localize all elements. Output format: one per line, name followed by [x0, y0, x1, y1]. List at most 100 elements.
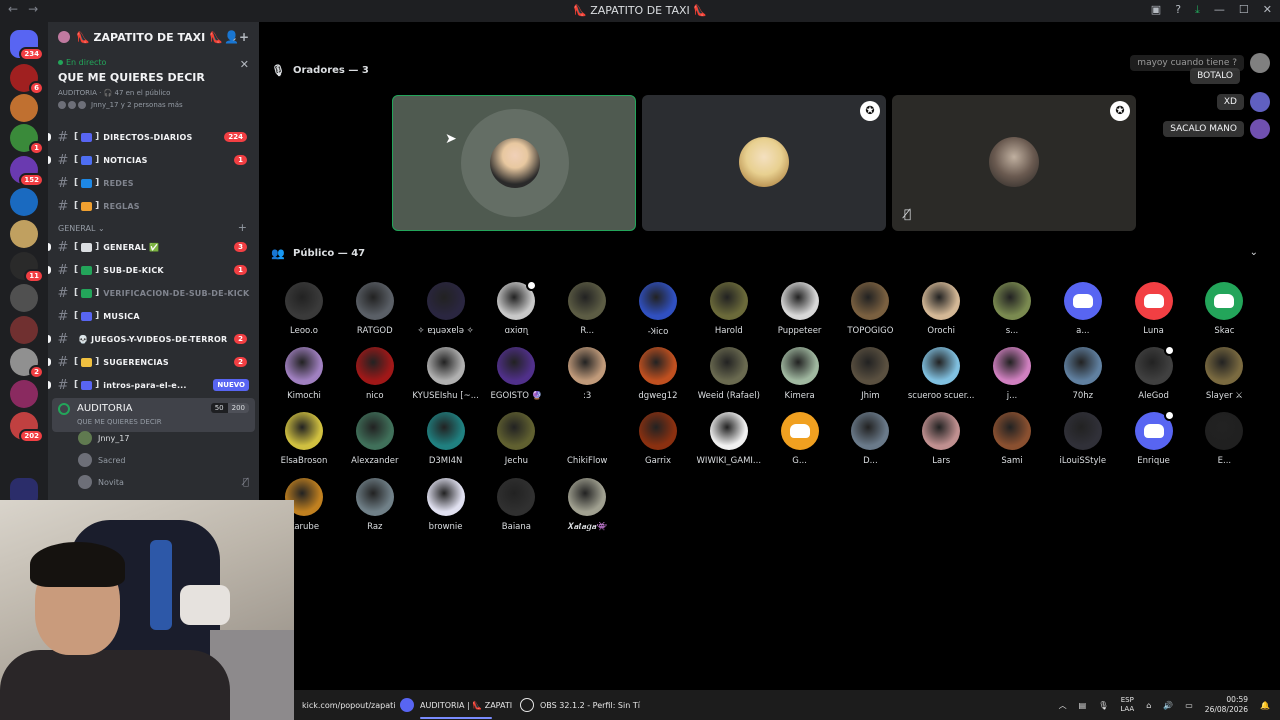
audience-member[interactable]: 70hz — [1048, 347, 1118, 405]
audience-member[interactable]: :3 — [552, 347, 622, 405]
audience-member[interactable]: ɑxiσɳ — [481, 280, 551, 340]
audience-member[interactable]: Orochi — [906, 282, 976, 340]
close-window-button[interactable]: ✕ — [1263, 3, 1272, 17]
live-stage-card[interactable]: En directo QUE ME QUIERES DECIR AUDITORI… — [48, 52, 259, 122]
audience-member[interactable]: Puppeteer — [765, 282, 835, 340]
audience-member[interactable]: E... — [1189, 412, 1259, 470]
audience-member[interactable]: KYUSEIshu [~... — [411, 347, 481, 405]
server-icon[interactable] — [10, 188, 38, 216]
audience-member[interactable]: Sami — [977, 412, 1047, 470]
audience-member[interactable]: ElsaBroson — [269, 412, 339, 470]
audience-member[interactable]: EGOISTO 🔮 — [481, 347, 551, 405]
add-member-icon[interactable]: 👤+ — [224, 30, 249, 44]
taskbar-obs[interactable]: OBS 32.1.2 - Perfil: Sin Tí — [520, 697, 640, 713]
language-indicator[interactable]: ESP LAA — [1120, 696, 1134, 714]
channel-item[interactable]: #[] SUGERENCIAS 2 — [48, 351, 259, 373]
collapse-chevron-icon[interactable]: ⌄ — [1250, 247, 1258, 258]
microphone-tray-icon[interactable]: 🎙 — [1098, 701, 1108, 710]
audience-member[interactable]: Baiana — [481, 478, 551, 536]
audience-member[interactable]: ✧ ɐʇuəxɐlə ✧ — [411, 282, 481, 340]
channel-item[interactable]: #[] DIRECTOS-DIARIOS 224 — [48, 126, 259, 148]
audience-member[interactable]: ChikiFlow — [552, 412, 622, 470]
audience-member[interactable]: Raz — [340, 478, 410, 536]
taskbar-browser[interactable]: kick.com/popout/zapati — [302, 697, 396, 713]
channel-item[interactable]: #[] MUSICA — [48, 305, 259, 327]
audience-member[interactable]: 𝑿𝒂𝒕𝒂𝒈𝒂👾 — [552, 478, 622, 536]
audience-member[interactable]: Slayer ⚔ — [1189, 347, 1259, 405]
server-icon[interactable]: 11 — [10, 252, 44, 283]
tray-app-icon[interactable]: ▤ — [1079, 701, 1087, 710]
category-general[interactable]: GENERAL ⌄ — [58, 224, 105, 233]
audience-member[interactable]: Leoo.o — [269, 282, 339, 340]
help-icon[interactable]: ? — [1175, 3, 1181, 17]
audience-member[interactable]: brownie — [411, 478, 481, 536]
minimize-button[interactable]: — — [1214, 3, 1225, 17]
volume-icon[interactable]: 🔊 — [1163, 701, 1173, 710]
audience-member[interactable]: Alexzander — [340, 412, 410, 470]
audience-member[interactable]: Kimera — [765, 347, 835, 405]
audience-member[interactable]: RATGOD — [340, 282, 410, 340]
inbox-icon[interactable]: ▣ — [1151, 3, 1161, 17]
add-channel-icon[interactable]: + — [238, 221, 247, 234]
server-icon[interactable] — [10, 380, 38, 408]
speaker-tile[interactable]: ✪ 🎙̸ — [892, 95, 1136, 231]
notification-icon[interactable]: 🔔 — [1260, 701, 1270, 710]
download-icon[interactable]: ⤓ — [1195, 3, 1200, 17]
close-icon[interactable]: ✕ — [240, 58, 249, 71]
server-icon[interactable] — [10, 220, 38, 248]
speaker-tile[interactable]: ✪ — [642, 95, 886, 231]
audience-member[interactable]: Lars — [906, 412, 976, 470]
audience-member[interactable]: TOPOGIGO — [835, 282, 905, 340]
channel-item[interactable]: #[] intros-para-el-e... NUEVO — [48, 374, 259, 396]
channel-item[interactable]: #[] REDES — [48, 172, 259, 194]
audience-member[interactable]: a... — [1048, 282, 1118, 340]
maximize-button[interactable]: ☐ — [1239, 3, 1249, 17]
channel-item[interactable]: #[] REGLAS — [48, 195, 259, 217]
channel-item[interactable]: #[] NOTICIAS 1 — [48, 149, 259, 171]
server-icon[interactable] — [10, 94, 38, 122]
clock[interactable]: 00:59 26/08/2026 — [1205, 695, 1248, 715]
audience-member[interactable]: R... — [552, 282, 622, 340]
audience-member[interactable]: -Ʞico — [623, 282, 693, 340]
audience-member[interactable]: dgweg12 — [623, 347, 693, 405]
stage-channel-auditoria[interactable]: AUDITORIA QUE ME QUIERES DECIR 50 200 — [52, 398, 255, 432]
server-header[interactable]: 👠 ZAPATITO DE TAXI 👠 ⌄ 👤+ — [48, 22, 259, 52]
network-icon[interactable]: ⌂ — [1146, 701, 1151, 710]
audience-member[interactable]: scueroo scuer... — [906, 347, 976, 405]
voice-user[interactable]: Novita 🎙̸ — [78, 472, 253, 492]
audience-member[interactable]: s... — [977, 282, 1047, 340]
taskbar-discord[interactable]: AUDITORIA | 👠 ZAPATI — [400, 697, 512, 719]
audience-member[interactable]: Enrique — [1119, 410, 1189, 470]
audience-member[interactable]: Garrix — [623, 412, 693, 470]
tray-expand-icon[interactable]: ︿ — [1059, 700, 1067, 711]
audience-member[interactable]: Harold — [694, 282, 764, 340]
voice-user[interactable]: Jnny_17 — [78, 428, 253, 448]
battery-icon[interactable]: ▭ — [1185, 701, 1193, 710]
audience-member[interactable]: iLouiSStyle — [1048, 412, 1118, 470]
audience-member[interactable]: AleGod — [1119, 345, 1189, 405]
channel-item[interactable]: #[] GENERAL ✅ 3 — [48, 236, 259, 258]
audience-member[interactable]: j... — [977, 347, 1047, 405]
channel-item[interactable]: #[] VERIFICACION-DE-SUB-DE-KICK — [48, 282, 259, 304]
server-icon[interactable]: 1 — [10, 124, 44, 155]
server-icon[interactable]: 152 — [10, 156, 44, 187]
audience-member[interactable]: Kimochi — [269, 347, 339, 405]
server-icon[interactable] — [10, 316, 38, 344]
server-icon[interactable]: 234 — [10, 30, 44, 61]
channel-item[interactable]: # 💀 JUEGOS-Y-VIDEOS-DE-TERROR 2 — [48, 328, 259, 350]
server-icon[interactable]: 2 — [10, 348, 44, 379]
audience-member[interactable]: Skac — [1189, 282, 1259, 340]
audience-member[interactable]: D3MI4N — [411, 412, 481, 470]
audience-member[interactable]: WIWIKI_GAMI... — [694, 412, 764, 470]
server-icon[interactable]: 202 — [10, 412, 44, 443]
server-icon[interactable]: 6 — [10, 64, 44, 95]
audience-member[interactable]: Luna — [1119, 282, 1189, 340]
audience-member[interactable]: Jechu — [481, 412, 551, 470]
audience-member[interactable]: G... — [765, 412, 835, 470]
server-icon[interactable] — [10, 284, 38, 312]
audience-member[interactable]: Jhim — [835, 347, 905, 405]
audience-member[interactable]: D... — [835, 412, 905, 470]
audience-member[interactable]: nico — [340, 347, 410, 405]
voice-user[interactable]: Sacred — [78, 450, 253, 470]
speaker-tile[interactable] — [392, 95, 636, 231]
